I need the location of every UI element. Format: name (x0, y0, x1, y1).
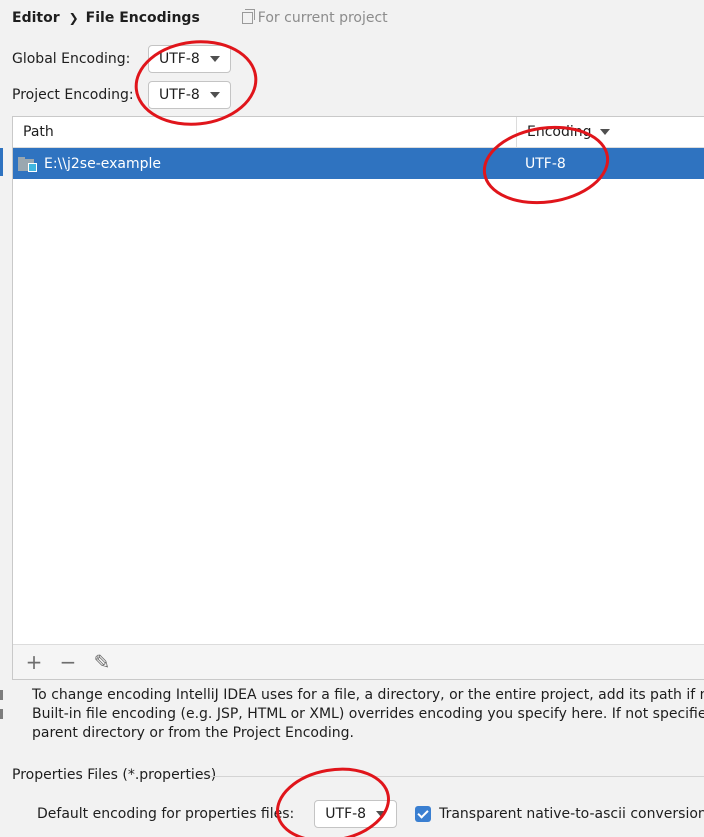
properties-encoding-dropdown[interactable]: UTF-8 (314, 800, 398, 828)
column-header-path[interactable]: Path (23, 124, 54, 140)
column-divider[interactable] (516, 117, 517, 147)
help-line: To change encoding IntelliJ IDEA uses fo… (32, 687, 704, 703)
encoding-cell[interactable]: UTF-8 (525, 148, 566, 179)
folder-icon (18, 156, 37, 172)
project-encoding-label: Project Encoding: (12, 87, 134, 103)
chevron-down-icon (209, 92, 220, 98)
help-text: To change encoding IntelliJ IDEA uses fo… (32, 686, 704, 743)
help-line: parent directory or from the Project Enc… (32, 725, 354, 741)
chevron-down-icon (209, 56, 220, 62)
project-encoding-row: Project Encoding: UTF-8 (12, 81, 231, 109)
column-header-encoding[interactable]: Encoding (527, 124, 610, 140)
path-value: E:\\j2se-example (44, 155, 162, 172)
table-header: Path Encoding (13, 117, 704, 148)
project-encoding-value: UTF-8 (159, 87, 200, 103)
column-header-encoding-label: Encoding (527, 124, 592, 140)
breadcrumb-separator-icon: ❯ (68, 11, 79, 25)
left-panel-fragment (0, 709, 3, 719)
breadcrumb-editor[interactable]: Editor (12, 10, 60, 26)
project-encoding-dropdown[interactable]: UTF-8 (148, 81, 231, 109)
chevron-down-icon (599, 129, 610, 135)
properties-default-label: Default encoding for properties files: (37, 806, 295, 822)
table-toolbar: + − ✎ (13, 644, 704, 679)
help-line: Built-in file encoding (e.g. JSP, HTML o… (32, 706, 704, 722)
edit-icon[interactable]: ✎ (89, 649, 115, 675)
transparent-conversion-checkbox[interactable] (415, 806, 432, 822)
left-panel-fragment (0, 690, 3, 700)
properties-encoding-row: Default encoding for properties files: U… (37, 800, 704, 828)
remove-icon[interactable]: − (55, 649, 81, 675)
table-row[interactable]: E:\\j2se-example UTF-8 (13, 148, 704, 179)
encoding-value: UTF-8 (525, 155, 566, 172)
transparent-conversion-label[interactable]: Transparent native-to-ascii conversion (439, 806, 704, 822)
copy-icon (241, 9, 255, 24)
file-encodings-settings-page: Editor ❯ File Encodings For current proj… (0, 0, 704, 837)
path-cell: E:\\j2se-example (18, 148, 161, 179)
section-divider (210, 776, 704, 777)
scope-indicator: For current project (241, 9, 388, 26)
breadcrumb-file-encodings: File Encodings (85, 10, 200, 26)
global-encoding-dropdown[interactable]: UTF-8 (148, 45, 231, 73)
scope-label: For current project (257, 10, 388, 26)
global-encoding-value: UTF-8 (159, 51, 200, 67)
add-icon[interactable]: + (21, 649, 47, 675)
breadcrumb: Editor ❯ File Encodings For current proj… (12, 8, 388, 28)
global-encoding-label: Global Encoding: (12, 51, 131, 67)
properties-section-title: Properties Files (*.properties) (12, 767, 217, 783)
global-encoding-row: Global Encoding: UTF-8 (12, 45, 231, 73)
chevron-down-icon (376, 811, 387, 817)
properties-encoding-value: UTF-8 (325, 806, 367, 822)
left-panel-edge (0, 148, 3, 176)
path-encoding-table: Path Encoding E:\\j2se-example UTF-8 + −… (12, 116, 704, 680)
